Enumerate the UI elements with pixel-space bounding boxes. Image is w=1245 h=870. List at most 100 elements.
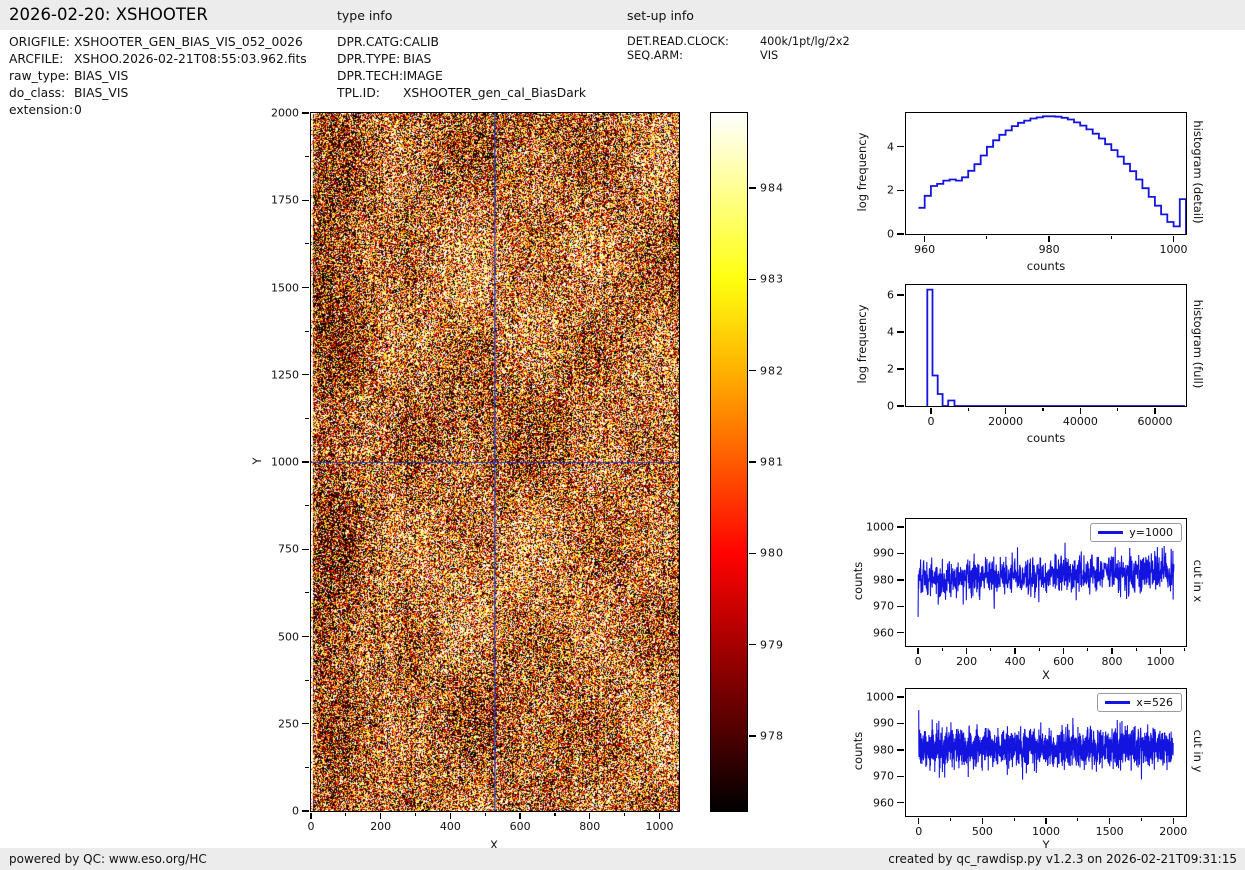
y-tick-label: 250: [278, 717, 299, 731]
y-tick-label: 970: [873, 769, 894, 783]
x-tick-label: 1000: [1146, 655, 1175, 668]
y-tick: [897, 368, 905, 370]
histogram-full-yaxis-label: log frequency: [855, 304, 869, 384]
x-tick-label: 200: [370, 820, 392, 833]
colorbar-tick: [748, 369, 756, 372]
colorbar-tick-label: 979: [760, 638, 784, 652]
colorbar-tick-label: 978: [760, 729, 784, 743]
y-tick: [897, 722, 905, 725]
field-value: IMAGE: [403, 68, 443, 83]
x-minor-tick: [1038, 647, 1040, 652]
y-minor-tick: [305, 156, 310, 158]
y-tick: [897, 696, 905, 698]
footer-left-text: powered by QC: www.eso.org/HC: [9, 852, 207, 866]
colorbar-tick: [748, 644, 756, 646]
y-tick-label: 750: [278, 542, 299, 556]
legend-line-sample: [1098, 531, 1124, 534]
y-tick: [302, 810, 310, 812]
x-minor-tick: [1013, 817, 1015, 822]
colorbar-gradient: [711, 113, 747, 811]
file-info-block: ORIGFILE: XSHOOTER_GEN_BIAS_VIS_052_0026 …: [9, 34, 307, 119]
cut-in-x-xaxis-label: X: [1042, 668, 1050, 682]
x-minor-tick: [1184, 647, 1186, 652]
y-tick-label: 990: [873, 546, 894, 560]
x-tick-label: 1000: [1159, 243, 1188, 256]
type-info-row: DPR.TYPE: BIAS: [337, 51, 586, 68]
y-tick: [897, 552, 905, 555]
legend-label: x=526: [1136, 696, 1173, 709]
field-value: XSHOOTER_gen_cal_BiasDark: [403, 85, 586, 100]
y-tick-label: 1500: [271, 281, 299, 294]
bias-image-plot: 0 200 400 600 800 1000 0 250 500 750 1000 1250 1500 1…: [271, 107, 680, 833]
file-info-row: do_class: BIAS_VIS: [9, 85, 307, 102]
field-value: CALIB: [403, 35, 439, 49]
histogram-full-plot: 0 20000 40000 60000 0 2 4 6: [887, 284, 1187, 428]
cut-in-x-plot: y=1000 0 200 400 600 800 1000 960 970 980 990 1000: [866, 518, 1187, 668]
x-minor-tick: [986, 235, 988, 240]
setup-info-row: DET.READ.CLOCK: 400k/1pt/lg/2x2: [627, 35, 850, 49]
x-tick-label: 400: [439, 820, 461, 833]
field-label: DPR.CATG:: [337, 35, 404, 49]
y-tick-label: 1250: [271, 368, 299, 382]
x-minor-tick: [941, 647, 943, 652]
x-tick: [917, 647, 919, 654]
setup-info-block: DET.READ.CLOCK: 400k/1pt/lg/2x2 SEQ.ARM: V…: [627, 35, 850, 62]
y-tick: [897, 802, 905, 804]
x-tick: [1111, 647, 1113, 654]
cut-in-x-title: cut in x: [1191, 559, 1205, 603]
cut-in-y-legend: x=526: [1097, 693, 1182, 712]
type-info-row: DPR.CATG: CALIB: [337, 34, 586, 51]
histogram-detail-title: histogram (detail): [1191, 120, 1205, 224]
y-tick-label: 1000: [271, 455, 299, 469]
page-title: 2026-02-20: XSHOOTER: [9, 5, 208, 24]
colorbar-tick: [748, 278, 756, 280]
colorbar-tick-label: 982: [760, 364, 784, 378]
y-tick: [302, 548, 310, 550]
x-tick-label: 600: [1053, 655, 1075, 668]
field-label: ORIGFILE:: [9, 35, 70, 49]
y-tick-label: 6: [887, 288, 894, 302]
x-tick: [379, 812, 382, 819]
y-tick: [897, 146, 905, 148]
field-label: DET.READ.CLOCK:: [627, 35, 729, 48]
x-minor-tick: [1087, 647, 1089, 652]
type-info-heading: type info: [337, 8, 393, 23]
x-minor-tick: [1140, 817, 1143, 822]
y-tick-label: 980: [873, 743, 894, 757]
x-tick: [1079, 407, 1082, 414]
x-tick-label: 1500: [1095, 825, 1124, 838]
histogram-full-curve: [926, 288, 1185, 406]
field-label: do_class:: [9, 85, 66, 100]
histogram-detail-plot: 960 980 1000 0 2 4: [887, 112, 1188, 256]
x-tick-label: 1000: [645, 820, 674, 833]
x-minor-tick: [967, 407, 969, 412]
x-tick: [1172, 817, 1174, 824]
x-tick: [658, 812, 661, 819]
y-tick-label: 0: [887, 399, 894, 413]
x-minor-tick: [949, 817, 952, 822]
field-label: ARCFILE:: [9, 51, 64, 66]
setup-info-heading: set-up info: [627, 8, 694, 23]
y-tick: [897, 189, 905, 192]
x-minor-tick: [414, 812, 417, 817]
colorbar-tick-label: 983: [760, 272, 784, 286]
y-minor-tick: [305, 592, 310, 594]
x-tick: [930, 407, 932, 414]
y-minor-tick: [305, 243, 310, 245]
x-minor-tick: [990, 647, 992, 652]
colorbar-tick: [748, 552, 756, 555]
x-minor-tick: [1117, 407, 1119, 412]
x-tick-label: 400: [1004, 655, 1026, 668]
legend-label: y=1000: [1129, 526, 1173, 539]
x-tick-label: 800: [1101, 655, 1123, 668]
x-tick: [1045, 817, 1047, 824]
x-tick: [981, 817, 984, 824]
cut-in-x-legend: y=1000: [1090, 523, 1182, 542]
x-tick-label: 1000: [1032, 825, 1060, 838]
field-label: SEQ.ARM:: [627, 48, 683, 62]
x-tick-label: 600: [509, 820, 531, 833]
cut-in-y-plot: x=526 0 500 1000 1500 2000 960 970 980 990 1000: [866, 688, 1187, 838]
y-tick-label: 960: [873, 626, 894, 640]
x-tick-label: 0: [307, 820, 315, 833]
x-tick: [449, 812, 452, 819]
